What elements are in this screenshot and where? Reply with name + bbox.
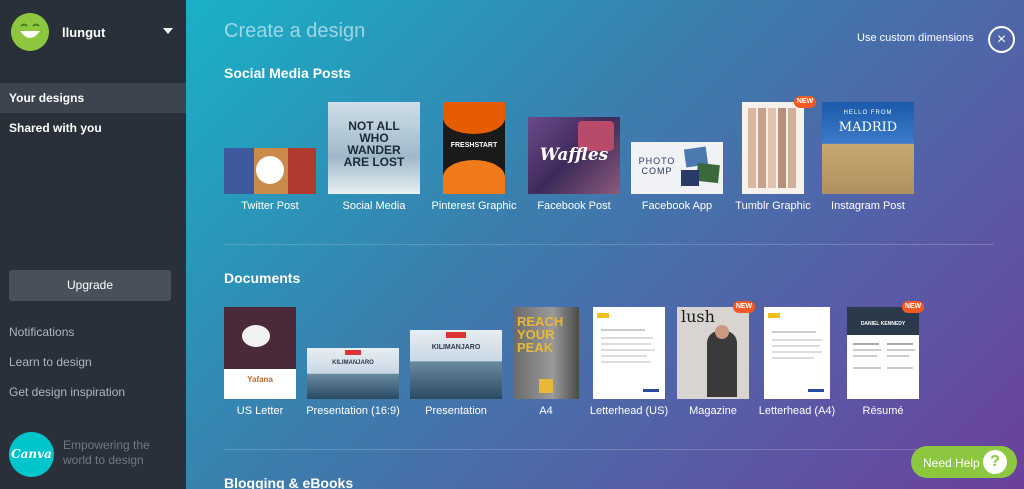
thumbnail-text: FRESHSTART [450, 142, 498, 149]
notifications-link[interactable]: Notifications [9, 325, 74, 339]
upgrade-button[interactable]: Upgrade [9, 270, 171, 301]
design-tile-label: A4 [539, 405, 553, 417]
resume-thumbnail: DANIEL KENNEDY [847, 307, 919, 399]
magazine-thumbnail: lush [677, 307, 749, 399]
section-divider [224, 449, 994, 450]
thumbnail-text: DANIEL KENNEDY [860, 321, 906, 327]
thumbnail-text: KILIMANJARO [431, 344, 481, 351]
tumblr-graphic-thumbnail [742, 102, 804, 194]
section-title-documents: Documents [224, 270, 301, 286]
design-tile-label: Presentation (16:9) [306, 405, 400, 417]
username: llungut [62, 25, 106, 40]
thumbnail-text: MADRID [838, 120, 898, 135]
new-badge: NEW [733, 301, 755, 313]
a4-thumbnail: REACH YOUR PEAK [513, 307, 579, 399]
facebook-post-thumbnail: Waffles [528, 117, 620, 194]
design-tile-label: Social Media [342, 200, 406, 212]
design-tile-label: Letterhead (US) [589, 405, 669, 417]
chevron-down-icon[interactable] [163, 28, 173, 34]
instagram-post-thumbnail: HELLO FROM MADRID [822, 102, 914, 194]
letterhead-a4-thumbnail [764, 307, 830, 399]
social-media-thumbnail: NOT ALL WHO WANDER ARE LOST [328, 102, 420, 194]
thumbnail-text: PHOTO COMP [638, 156, 676, 176]
design-tile-label: US Letter [236, 405, 284, 417]
need-help-label: Need Help [923, 456, 980, 470]
need-help-button[interactable]: Need Help ? [911, 446, 1017, 478]
new-badge: NEW [794, 96, 816, 108]
section-title-blogging: Blogging & eBooks [224, 475, 354, 489]
design-tile-label: Magazine [689, 405, 737, 417]
twitter-post-thumbnail [224, 148, 316, 194]
new-badge: NEW [902, 301, 924, 313]
custom-dimensions-link[interactable]: Use custom dimensions [857, 32, 974, 44]
sidebar-item-shared-with-you[interactable]: Shared with you [0, 113, 186, 143]
sidebar-item-label: Shared with you [9, 121, 102, 135]
sidebar-item-your-designs[interactable]: Your designs [0, 83, 196, 113]
create-design-panel: Create a design Use custom dimensions × … [186, 0, 1024, 489]
design-tile-label: Facebook App [641, 200, 713, 212]
page-title: Create a design [224, 20, 366, 42]
close-icon: × [996, 31, 1007, 48]
section-divider [224, 244, 994, 245]
canva-logo[interactable]: Canva [9, 432, 54, 477]
facebook-app-thumbnail: PHOTO COMP [631, 142, 723, 194]
sidebar-item-label: Your designs [9, 91, 85, 105]
design-tile-label: Facebook Post [537, 200, 611, 212]
design-inspiration-link[interactable]: Get design inspiration [9, 385, 125, 399]
tagline: Empowering the world to design [63, 438, 150, 467]
sidebar: llungut Your designs Shared with you Upg… [0, 0, 196, 489]
design-tile-label: Résumé [862, 405, 904, 417]
user-menu[interactable]: llungut [0, 0, 186, 66]
design-tile-label: Tumblr Graphic [735, 200, 811, 212]
design-tile-label: Presentation [425, 405, 487, 417]
design-tile-label: Pinterest Graphic [431, 200, 517, 212]
pinterest-graphic-thumbnail: FRESHSTART [443, 102, 505, 194]
design-tile-label: Twitter Post [241, 200, 299, 212]
design-tile-label: Letterhead (A4) [758, 405, 836, 417]
learn-to-design-link[interactable]: Learn to design [9, 355, 92, 369]
presentation-16-9-thumbnail: KILIMANJARO [307, 348, 399, 399]
design-tile-label: Instagram Post [831, 200, 905, 212]
question-icon: ? [983, 450, 1007, 474]
thumbnail-text: Waffles [539, 145, 609, 165]
section-title-social-media: Social Media Posts [224, 65, 351, 81]
letterhead-us-thumbnail [593, 307, 665, 399]
avatar [11, 13, 49, 51]
thumbnail-text: NOT ALL WHO WANDER ARE LOST [343, 119, 405, 169]
thumbnail-text: lush [681, 307, 715, 326]
smiley-icon [11, 13, 49, 51]
thumbnail-text: Yafana [247, 375, 273, 384]
presentation-thumbnail: KILIMANJARO [410, 330, 502, 399]
us-letter-thumbnail: Yafana [224, 307, 296, 399]
thumbnail-text: KILIMANJARO [332, 360, 374, 366]
thumbnail-text: REACH YOUR PEAK [517, 314, 564, 355]
close-button[interactable]: × [988, 26, 1015, 53]
thumbnail-subtext: HELLO FROM [843, 110, 893, 116]
